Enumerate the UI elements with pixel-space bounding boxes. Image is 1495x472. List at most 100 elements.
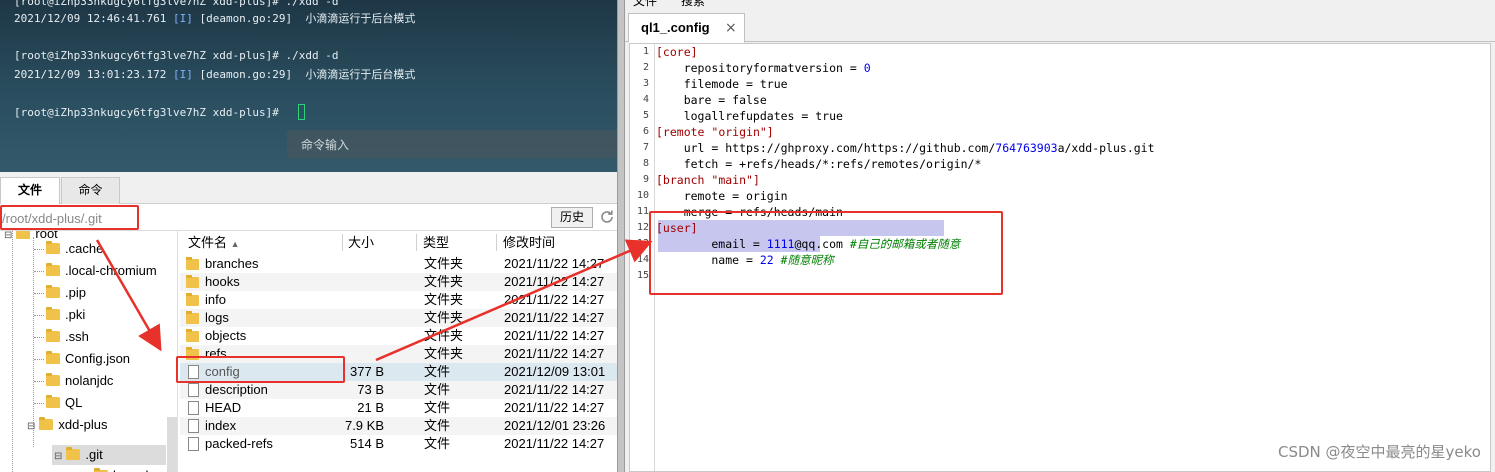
column-header-modified[interactable]: 修改时间 bbox=[503, 233, 555, 253]
tree-item[interactable]: .pki bbox=[46, 306, 85, 324]
code-line: filemode = true bbox=[656, 77, 788, 91]
file-size: 377 B bbox=[350, 364, 384, 379]
column-header-size[interactable]: 大小 bbox=[348, 233, 374, 253]
column-header-type[interactable]: 类型 bbox=[423, 233, 449, 253]
file-manager-tabbar: 文件 命令 bbox=[0, 172, 617, 204]
tree-scrollbar-thumb[interactable] bbox=[167, 417, 177, 472]
file-row[interactable]: packed-refs 514 B 文件 2021/11/22 14:27 bbox=[180, 435, 617, 453]
tree-item[interactable]: QL bbox=[46, 394, 82, 412]
file-modified: 2021/11/22 14:27 bbox=[504, 328, 605, 343]
command-input-bar[interactable]: 命令输入 bbox=[287, 130, 617, 158]
folder-icon bbox=[46, 373, 60, 386]
column-divider[interactable] bbox=[342, 234, 343, 251]
folder-icon bbox=[186, 257, 199, 270]
screenshot-root: [root@iZhp33nkugcy6tfg3lve7hZ xdd-plus]#… bbox=[0, 0, 1495, 472]
file-modified: 2021/11/22 14:27 bbox=[504, 400, 605, 415]
folder-icon bbox=[186, 329, 199, 342]
folder-icon bbox=[46, 241, 60, 254]
history-button[interactable]: 历史 bbox=[551, 207, 593, 228]
tree-connector bbox=[34, 271, 44, 272]
line-number: 9 bbox=[642, 174, 649, 185]
column-header-name[interactable]: 文件名 ▲ bbox=[188, 233, 240, 253]
file-size: 21 B bbox=[357, 400, 384, 415]
tree-item[interactable]: .ssh bbox=[46, 328, 89, 346]
folder-icon bbox=[46, 351, 60, 364]
file-modified: 2021/12/01 23:26 bbox=[504, 418, 606, 433]
tree-guide bbox=[12, 231, 13, 472]
file-name: objects bbox=[205, 328, 247, 343]
file-list[interactable]: 文件名 ▲ 大小 类型 修改时间 branches 文件夹 2021/11/22 1… bbox=[180, 231, 617, 472]
file-row[interactable]: description 73 B 文件 2021/11/22 14:27 bbox=[180, 381, 617, 399]
folder-icon bbox=[46, 395, 60, 408]
panel-splitter[interactable] bbox=[617, 0, 625, 472]
tab-files[interactable]: 文件 bbox=[0, 177, 60, 204]
file-modified: 2021/11/22 14:27 bbox=[504, 274, 605, 289]
editor-tab-active[interactable]: ql1_.config × bbox=[628, 13, 745, 43]
tree-item[interactable]: Config.json bbox=[46, 350, 130, 368]
terminal-prompt: [root@iZhp33nkugcy6tfg3lve7hZ xdd-plus]# bbox=[14, 106, 286, 119]
code-line: bare = false bbox=[656, 93, 767, 107]
file-icon bbox=[188, 419, 199, 433]
file-row[interactable]: HEAD 21 B 文件 2021/11/22 14:27 bbox=[180, 399, 617, 417]
tab-commands[interactable]: 命令 bbox=[61, 177, 120, 204]
directory-tree[interactable]: ⊟ root .cache .local-chromium .pip .pki .… bbox=[0, 231, 178, 472]
editor-tab-label: ql1_.config bbox=[641, 20, 710, 35]
line-number: 2 bbox=[642, 62, 649, 73]
annotation-box-path bbox=[0, 205, 139, 230]
tree-item[interactable]: .pip bbox=[46, 284, 86, 302]
file-modified: 2021/11/22 14:27 bbox=[504, 292, 605, 307]
tree-connector bbox=[34, 315, 44, 316]
line-number: 7 bbox=[642, 142, 649, 153]
file-row[interactable]: logs 文件夹 2021/11/22 14:27 bbox=[180, 309, 617, 327]
tree-item[interactable]: .cache bbox=[46, 240, 103, 258]
line-number: 8 bbox=[642, 158, 649, 169]
line-number: 11 bbox=[636, 206, 649, 217]
file-modified: 2021/11/22 14:27 bbox=[504, 436, 605, 451]
tree-item[interactable]: nolanjdc bbox=[46, 372, 113, 390]
file-row[interactable]: objects 文件夹 2021/11/22 14:27 bbox=[180, 327, 617, 345]
file-type: 文件 bbox=[424, 436, 451, 451]
tree-connector bbox=[34, 337, 44, 338]
file-row[interactable]: branches 文件夹 2021/11/22 14:27 bbox=[180, 255, 617, 273]
line-number: 1 bbox=[642, 46, 649, 57]
refresh-icon[interactable] bbox=[599, 209, 615, 225]
line-number: 12 bbox=[636, 222, 649, 233]
file-type: 文件夹 bbox=[424, 346, 464, 361]
file-type: 文件 bbox=[424, 400, 451, 415]
file-icon bbox=[188, 401, 199, 415]
column-divider[interactable] bbox=[416, 234, 417, 251]
sort-asc-icon: ▲ bbox=[230, 239, 240, 249]
tree-item-branches[interactable]: branch bbox=[94, 467, 153, 472]
tree-item[interactable]: .local-chromium bbox=[46, 262, 157, 280]
line-number: 14 bbox=[636, 254, 649, 265]
folder-icon bbox=[46, 285, 60, 298]
tree-item-git[interactable]: ⊟ .git bbox=[54, 446, 103, 464]
file-type: 文件 bbox=[424, 418, 451, 433]
line-number: 6 bbox=[642, 126, 649, 137]
close-icon[interactable]: × bbox=[725, 20, 737, 36]
tree-item-xdd-plus[interactable]: ⊟ xdd-plus bbox=[27, 416, 108, 434]
line-number: 10 bbox=[636, 190, 649, 201]
code-line: [branch "main"] bbox=[656, 173, 760, 187]
file-icon bbox=[188, 383, 199, 397]
folder-icon bbox=[66, 447, 81, 460]
folder-icon bbox=[186, 275, 199, 288]
code-line: [core] bbox=[656, 45, 698, 59]
menu-file[interactable]: 文件 bbox=[633, 0, 657, 9]
terminal-line: [root@iZhp33nkugcy6tfg3lve7hZ xdd-plus]#… bbox=[14, 0, 339, 8]
menu-search[interactable]: 搜索 bbox=[681, 0, 705, 9]
tree-connector bbox=[34, 381, 44, 382]
folder-icon bbox=[46, 307, 60, 320]
column-divider[interactable] bbox=[496, 234, 497, 251]
file-row[interactable]: index 7.9 KB 文件 2021/12/01 23:26 bbox=[180, 417, 617, 435]
file-modified: 2021/11/22 14:27 bbox=[504, 346, 605, 361]
terminal-panel[interactable]: [root@iZhp33nkugcy6tfg3lve7hZ xdd-plus]#… bbox=[0, 0, 617, 172]
file-row[interactable]: info 文件夹 2021/11/22 14:27 bbox=[180, 291, 617, 309]
file-row[interactable]: hooks 文件夹 2021/11/22 14:27 bbox=[180, 273, 617, 291]
file-type: 文件夹 bbox=[424, 274, 464, 289]
file-type: 文件 bbox=[424, 364, 451, 379]
tree-connector bbox=[34, 293, 44, 294]
code-line: remote = origin bbox=[656, 189, 788, 203]
folder-icon bbox=[46, 329, 60, 342]
code-line: logallrefupdates = true bbox=[656, 109, 843, 123]
